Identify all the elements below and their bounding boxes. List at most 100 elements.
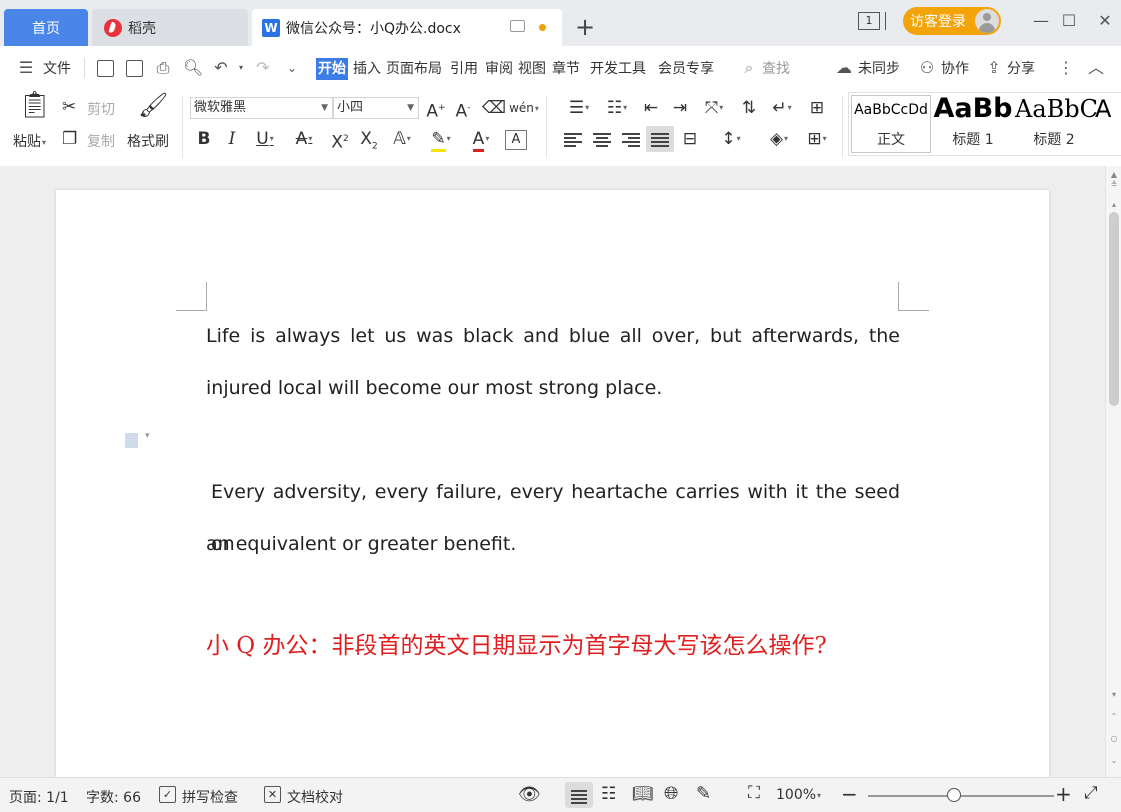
- table-ruler-icon[interactable]: ⊞: [804, 97, 830, 119]
- tab-chapter[interactable]: 章节: [552, 58, 580, 80]
- collaborate-icon[interactable]: ⚇: [917, 58, 937, 78]
- print-preview-icon[interactable]: 🔍︎: [183, 58, 203, 78]
- underline-icon[interactable]: U▾: [250, 128, 280, 150]
- tab-document[interactable]: W 微信公众号：小Q办公.docx: [252, 9, 562, 46]
- paste-button[interactable]: 粘贴▾: [13, 131, 46, 151]
- zoom-out-icon[interactable]: −: [841, 782, 858, 806]
- zoom-level[interactable]: 100%▾: [776, 787, 821, 803]
- vertical-scrollbar[interactable]: ▲ ≜ ▴ ▾ ⌃ ○ ⌄: [1105, 166, 1121, 777]
- tab-member[interactable]: 会员专享: [658, 58, 714, 80]
- save-icon[interactable]: [97, 60, 114, 77]
- login-button[interactable]: 访客登录: [903, 7, 1001, 35]
- proofread-icon[interactable]: ✕: [264, 786, 281, 803]
- copy-button[interactable]: 复制: [87, 131, 115, 151]
- more-quick-icon[interactable]: ⌄: [282, 58, 302, 78]
- italic-icon[interactable]: I: [222, 128, 242, 150]
- prev-page-icon[interactable]: ⌃: [1106, 712, 1121, 722]
- red-heading[interactable]: 小 Q 办公：非段首的英文日期显示为首字母大写该怎么操作?: [206, 626, 827, 660]
- next-page-icon[interactable]: ⌄: [1106, 756, 1121, 766]
- tab-view[interactable]: 视图: [518, 58, 546, 80]
- cut-button[interactable]: 剪切: [87, 99, 115, 119]
- subscript-icon[interactable]: X2: [357, 128, 381, 157]
- spell-check-button[interactable]: 拼写检查: [182, 787, 238, 807]
- borders-icon[interactable]: ⊞▾: [800, 128, 834, 150]
- page-indicator[interactable]: 页面: 1/1: [9, 787, 69, 807]
- font-name-select[interactable]: 微软雅黑 ▼: [190, 97, 333, 119]
- justify-icon[interactable]: [651, 131, 669, 147]
- distributed-icon[interactable]: ⊟: [678, 128, 702, 150]
- shrink-font-icon[interactable]: A-: [452, 97, 474, 123]
- shading-icon[interactable]: ◈▾: [762, 128, 796, 150]
- increase-indent-icon[interactable]: ⇥: [668, 97, 692, 119]
- numbered-list-icon[interactable]: ☷▾: [600, 97, 634, 119]
- copy-icon[interactable]: ❐: [62, 128, 77, 150]
- bullet-list-icon[interactable]: ☰▾: [562, 97, 596, 119]
- new-tab-button[interactable]: +: [573, 12, 597, 42]
- tab-insert[interactable]: 插入: [353, 58, 381, 80]
- zoom-in-icon[interactable]: +: [1055, 782, 1072, 806]
- show-marks-icon[interactable]: ↵▾: [765, 97, 799, 119]
- tab-home[interactable]: 首页: [4, 9, 88, 46]
- cut-icon[interactable]: ✂: [62, 96, 76, 118]
- tab-page-layout[interactable]: 页面布局: [386, 58, 442, 80]
- scroll-down-icon[interactable]: ▾: [1106, 690, 1121, 700]
- export-icon[interactable]: [126, 60, 143, 77]
- hamburger-icon[interactable]: ☰: [16, 58, 36, 78]
- strikethrough-icon[interactable]: A▾: [288, 128, 320, 150]
- align-left-icon[interactable]: [564, 131, 582, 147]
- share-icon[interactable]: ⇪: [984, 58, 1004, 78]
- format-painter-icon[interactable]: 🖌︎: [138, 93, 168, 117]
- collapse-ribbon-icon[interactable]: ︿: [1086, 58, 1106, 78]
- word-count[interactable]: 字数: 66: [86, 787, 141, 807]
- reading-view-icon[interactable]: 📖︎: [632, 784, 654, 804]
- paragraph-1-line-1[interactable]: Life is always let us was black and blue…: [206, 310, 900, 362]
- style-heading-2[interactable]: AaBbC 标题 2: [1015, 93, 1098, 155]
- zoom-slider-handle[interactable]: [947, 788, 961, 802]
- tab-start[interactable]: 开始: [316, 58, 348, 80]
- align-center-icon[interactable]: [593, 131, 611, 147]
- scroll-thumb[interactable]: [1109, 212, 1119, 406]
- search-label[interactable]: 查找: [762, 58, 790, 80]
- style-more[interactable]: A: [1095, 93, 1121, 155]
- undo-dropdown-icon[interactable]: ▾: [231, 58, 251, 78]
- share-button[interactable]: 分享: [1007, 58, 1035, 80]
- collaborate-button[interactable]: 协作: [941, 58, 969, 80]
- outline-view-icon[interactable]: ☷: [601, 784, 616, 804]
- search-icon[interactable]: ⌕: [739, 58, 759, 78]
- chinese-layout-icon[interactable]: ⤧▾: [697, 97, 731, 119]
- monitor-icon[interactable]: [510, 20, 525, 32]
- font-size-select[interactable]: 小四 ▼: [333, 97, 419, 119]
- sync-status[interactable]: 未同步: [858, 58, 900, 80]
- superscript-icon[interactable]: X2: [328, 128, 352, 154]
- scroll-top-icon[interactable]: ▲: [1106, 170, 1121, 180]
- font-color-icon[interactable]: A▾: [464, 128, 498, 152]
- eye-protection-icon[interactable]: 👁︎: [518, 784, 541, 805]
- proofread-button[interactable]: 文档校对: [287, 787, 343, 807]
- cloud-sync-icon[interactable]: ☁: [834, 58, 854, 78]
- redo-icon[interactable]: ↷: [253, 58, 273, 78]
- web-view-icon[interactable]: 🌐︎: [664, 783, 678, 804]
- print-icon[interactable]: ⎙: [153, 58, 173, 78]
- sort-icon[interactable]: ⇅: [737, 97, 761, 119]
- select-browse-icon[interactable]: ○: [1106, 734, 1121, 744]
- scroll-up-icon[interactable]: ▴: [1106, 200, 1121, 210]
- tab-docer[interactable]: 稻壳: [92, 9, 248, 46]
- zoom-slider[interactable]: [868, 795, 1054, 797]
- format-painter-button[interactable]: 格式刷: [127, 131, 169, 151]
- fit-page-icon[interactable]: ⛶: [748, 783, 760, 803]
- text-effect-icon[interactable]: 𝔸▾: [386, 128, 418, 150]
- pinyin-icon[interactable]: wén▾: [509, 97, 539, 120]
- tab-developer[interactable]: 开发工具: [590, 58, 646, 80]
- avatar[interactable]: [975, 9, 999, 33]
- decrease-indent-icon[interactable]: ⇤: [639, 97, 663, 119]
- paragraph-2-line-2[interactable]: an equivalent or greater benefit.: [206, 518, 900, 570]
- tab-review[interactable]: 审阅: [485, 58, 513, 80]
- line-spacing-icon[interactable]: ↕▾: [714, 128, 748, 150]
- page-view-icon[interactable]: [571, 788, 587, 804]
- clear-format-icon[interactable]: ⌫: [482, 97, 506, 119]
- bold-icon[interactable]: B: [194, 128, 214, 150]
- minimize-icon[interactable]: —: [1027, 8, 1055, 34]
- maximize-icon[interactable]: ☐: [1055, 8, 1083, 34]
- scroll-up-double-icon[interactable]: ≜: [1106, 180, 1121, 190]
- tab-references[interactable]: 引用: [450, 58, 478, 80]
